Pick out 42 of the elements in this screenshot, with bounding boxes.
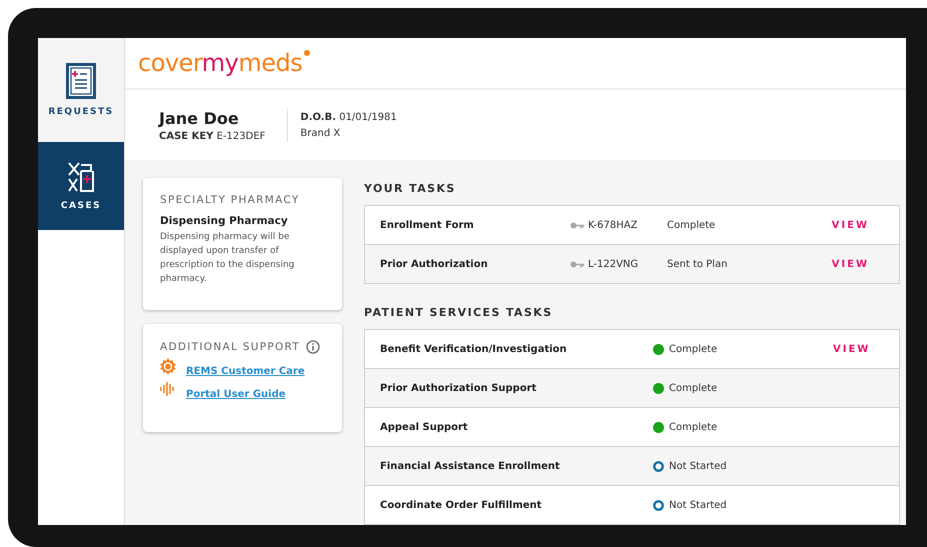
task-name: Coordinate Order Fulfillment <box>380 500 543 510</box>
task-status: Complete <box>669 422 718 432</box>
task-key: L-122VNG <box>588 258 638 270</box>
card-title: SPECIALTY PHARMACY <box>160 194 301 206</box>
sidebar-item[interactable]: REQUESTS <box>38 38 124 142</box>
card-text: Dispensing pharmacy will be displayed upon transfer of prescription to the dispensing pharmacy. <box>160 231 296 286</box>
task-status: Complete <box>669 382 718 394</box>
info-icon[interactable] <box>306 340 320 354</box>
key-icon <box>570 260 584 268</box>
view-link[interactable]: VIEW <box>832 220 869 230</box>
flower-icon <box>160 358 176 374</box>
task-key: K-678HAZ <box>588 220 638 230</box>
logo: covermymeds <box>138 49 302 77</box>
task-name: Enrollment Form <box>380 220 475 230</box>
section-title: PATIENT SERVICES TASKS <box>364 306 554 319</box>
brand-name: Brand X <box>300 128 342 138</box>
task-name: Financial Assistance Enrollment <box>380 460 561 472</box>
support-link[interactable]: Portal User Guide <box>186 389 286 400</box>
view-link[interactable]: VIEW <box>832 258 869 270</box>
registered-mark-icon <box>304 50 310 56</box>
document-icon <box>66 63 96 99</box>
prescription-icon <box>67 161 95 193</box>
task-status: Not Started <box>669 500 727 510</box>
card-title: ADDITIONAL SUPPORT <box>160 341 300 353</box>
support-link[interactable]: REMS Customer Care <box>186 366 305 377</box>
sidebar-item[interactable]: CASES <box>38 142 124 230</box>
task-name: Benefit Verification/Investigation <box>380 344 568 354</box>
date-of-birth: D.O.B. 01/01/1981 <box>300 112 397 122</box>
task-status: Sent to Plan <box>667 258 728 270</box>
task-name: Prior Authorization <box>380 258 489 270</box>
task-status: Complete <box>667 220 716 230</box>
task-name: Prior Authorization Support <box>380 382 538 394</box>
task-name: Appeal Support <box>380 422 469 432</box>
task-status: Complete <box>669 344 718 354</box>
task-status: Not Started <box>669 460 727 472</box>
key-icon <box>570 222 584 228</box>
card-subtitle: Dispensing Pharmacy <box>160 215 289 227</box>
sound-wave-icon <box>160 380 176 396</box>
view-link[interactable]: VIEW <box>833 344 870 354</box>
patient-name: Jane Doe <box>159 108 240 128</box>
case-key: CASE KEY E-123DEF <box>159 130 266 142</box>
section-title: YOUR TASKS <box>364 182 457 195</box>
